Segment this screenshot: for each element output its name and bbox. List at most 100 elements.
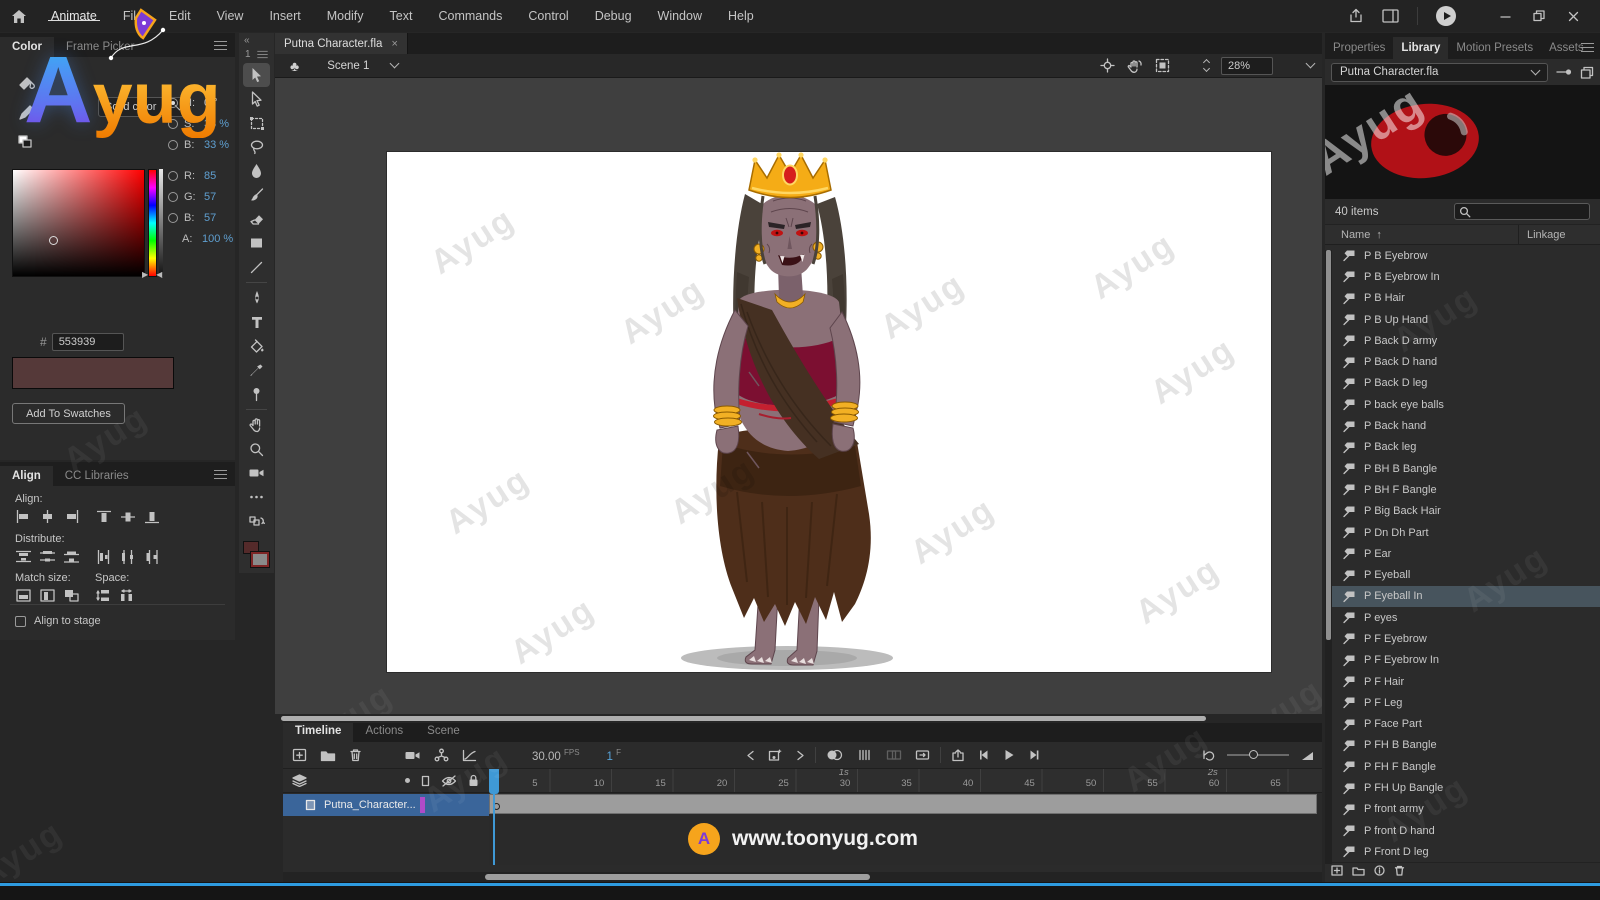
library-item[interactable]: P FH F Bangle bbox=[1325, 756, 1600, 777]
match-width-button[interactable] bbox=[15, 588, 32, 603]
free-transform-tool[interactable] bbox=[243, 111, 270, 135]
menu-item[interactable]: Modify bbox=[314, 9, 377, 23]
close-tab-icon[interactable]: × bbox=[391, 38, 397, 50]
distribute-bottom-button[interactable] bbox=[63, 549, 80, 564]
hue-slider-arrows[interactable]: ▶◀ bbox=[142, 270, 170, 279]
library-scrollbar[interactable] bbox=[1325, 250, 1332, 864]
align-right-button[interactable] bbox=[63, 509, 80, 524]
align-center-h-button[interactable] bbox=[39, 509, 56, 524]
properties-button[interactable] bbox=[1374, 865, 1385, 876]
library-item[interactable]: P front army bbox=[1325, 799, 1600, 820]
edit-scene-icon[interactable]: ♣ bbox=[290, 58, 299, 74]
zoom-tool[interactable] bbox=[243, 437, 270, 461]
panel-menu-icon[interactable] bbox=[1581, 43, 1594, 52]
tools-menu-icon[interactable] bbox=[257, 51, 267, 58]
distribute-top-button[interactable] bbox=[15, 549, 32, 564]
library-item[interactable]: P Eyeball In bbox=[1325, 586, 1600, 607]
fps-value[interactable]: 30.00 bbox=[532, 750, 561, 762]
graph-editor-button[interactable] bbox=[462, 749, 477, 762]
classic-brush-tool[interactable] bbox=[243, 183, 270, 207]
checkbox-icon[interactable] bbox=[15, 616, 26, 627]
align-middle-v-button[interactable] bbox=[119, 509, 136, 524]
slider-knob[interactable] bbox=[1249, 750, 1258, 759]
distribute-middle-v-button[interactable] bbox=[39, 549, 56, 564]
ruler[interactable]: 51015202530354045505560651s2s bbox=[489, 769, 1322, 793]
prev-keyframe-button[interactable] bbox=[746, 750, 755, 761]
align-to-stage-checkbox[interactable]: Align to stage bbox=[15, 615, 101, 627]
center-stage-icon[interactable] bbox=[1100, 58, 1115, 73]
menu-item[interactable]: Insert bbox=[256, 9, 313, 23]
scrollbar-thumb[interactable] bbox=[281, 716, 1206, 721]
line-tool[interactable] bbox=[243, 255, 270, 279]
distribute-right-button[interactable] bbox=[143, 549, 160, 564]
panel-menu-icon[interactable] bbox=[214, 41, 227, 50]
library-item[interactable]: P FH B Bangle bbox=[1325, 735, 1600, 756]
step-forward-button[interactable] bbox=[1028, 749, 1040, 761]
play-button[interactable] bbox=[1003, 749, 1015, 761]
onion-skin-button[interactable] bbox=[826, 749, 843, 761]
outline-color-column-icon[interactable] bbox=[405, 778, 410, 783]
r-value[interactable]: 85 bbox=[204, 170, 216, 182]
distribute-center-h-button[interactable] bbox=[119, 549, 136, 564]
restore-button[interactable] bbox=[1522, 3, 1556, 29]
library-item[interactable]: P B Eyebrow bbox=[1325, 245, 1600, 266]
b2-value[interactable]: 57 bbox=[204, 212, 216, 224]
selection-tool[interactable] bbox=[243, 63, 270, 87]
timeline-zoom-max-icon[interactable] bbox=[1301, 750, 1314, 761]
lasso-tool[interactable] bbox=[243, 135, 270, 159]
timeline-zoom-slider[interactable] bbox=[1227, 754, 1289, 756]
menu-item[interactable]: Edit bbox=[156, 9, 204, 23]
library-item[interactable]: P Back D leg bbox=[1325, 373, 1600, 394]
library-item[interactable]: P F Eyebrow In bbox=[1325, 650, 1600, 671]
match-height-button[interactable] bbox=[39, 588, 56, 603]
menu-item[interactable]: Debug bbox=[582, 9, 645, 23]
stroke-color-swatch[interactable] bbox=[251, 552, 269, 567]
library-column-headers[interactable]: Name↑ Linkage bbox=[1325, 225, 1600, 245]
new-layer-button[interactable] bbox=[292, 748, 307, 762]
next-keyframe-button[interactable] bbox=[796, 750, 805, 761]
eyedropper-tool[interactable] bbox=[243, 358, 270, 382]
s-radio[interactable] bbox=[168, 119, 178, 129]
library-item[interactable]: P Ear bbox=[1325, 543, 1600, 564]
paint-bucket-tool[interactable] bbox=[243, 334, 270, 358]
home-icon[interactable] bbox=[0, 9, 38, 24]
fill-color-tool-icon[interactable] bbox=[18, 105, 36, 121]
layer-parenting-button[interactable] bbox=[434, 748, 449, 762]
eraser-tool[interactable] bbox=[243, 207, 270, 231]
layer-row[interactable]: Putna_Character... bbox=[283, 794, 489, 816]
library-item[interactable]: P B Hair bbox=[1325, 288, 1600, 309]
library-item[interactable]: P BH F Bangle bbox=[1325, 479, 1600, 500]
delete-item-button[interactable] bbox=[1394, 865, 1405, 876]
layer-color-chip[interactable] bbox=[420, 797, 425, 813]
test-movie-button[interactable] bbox=[1436, 6, 1456, 26]
zoom-level-input[interactable]: 28% bbox=[1221, 57, 1273, 75]
frame-span[interactable] bbox=[489, 794, 1317, 814]
document-tab[interactable]: Putna Character.fla × bbox=[275, 33, 408, 54]
b2-radio[interactable] bbox=[168, 213, 178, 223]
current-frame[interactable]: 1 bbox=[607, 750, 613, 762]
workspace-icon[interactable] bbox=[1382, 9, 1399, 23]
match-both-button[interactable] bbox=[63, 588, 80, 603]
timeline-tab[interactable]: Timeline bbox=[283, 723, 353, 742]
pin-library-icon[interactable] bbox=[1556, 68, 1572, 76]
clip-content-icon[interactable] bbox=[1155, 58, 1170, 73]
h-radio[interactable] bbox=[168, 98, 178, 108]
menu-item[interactable]: Window bbox=[645, 9, 715, 23]
stroke-color-tool-icon[interactable] bbox=[18, 75, 36, 91]
alpha-slider[interactable] bbox=[159, 169, 163, 277]
new-folder-button[interactable] bbox=[1352, 866, 1365, 876]
r-radio[interactable] bbox=[168, 171, 178, 181]
library-document-select[interactable]: Putna Character.fla bbox=[1331, 63, 1548, 82]
h-value[interactable]: 0 ° bbox=[204, 97, 218, 109]
rectangle-tool[interactable] bbox=[243, 231, 270, 255]
right-panel-tab[interactable]: Library bbox=[1393, 37, 1448, 59]
library-item[interactable]: P F Eyebrow bbox=[1325, 628, 1600, 649]
playhead[interactable] bbox=[489, 769, 499, 794]
scene-dropdown-icon[interactable] bbox=[390, 59, 400, 69]
create-loop-button[interactable] bbox=[915, 749, 930, 761]
onion-skin-outlines-button[interactable] bbox=[856, 749, 873, 761]
color-panel-tab[interactable]: Frame Picker bbox=[54, 37, 146, 57]
b-radio[interactable] bbox=[168, 140, 178, 150]
scrollbar-thumb[interactable] bbox=[485, 874, 870, 880]
library-item[interactable]: P Back D hand bbox=[1325, 351, 1600, 372]
